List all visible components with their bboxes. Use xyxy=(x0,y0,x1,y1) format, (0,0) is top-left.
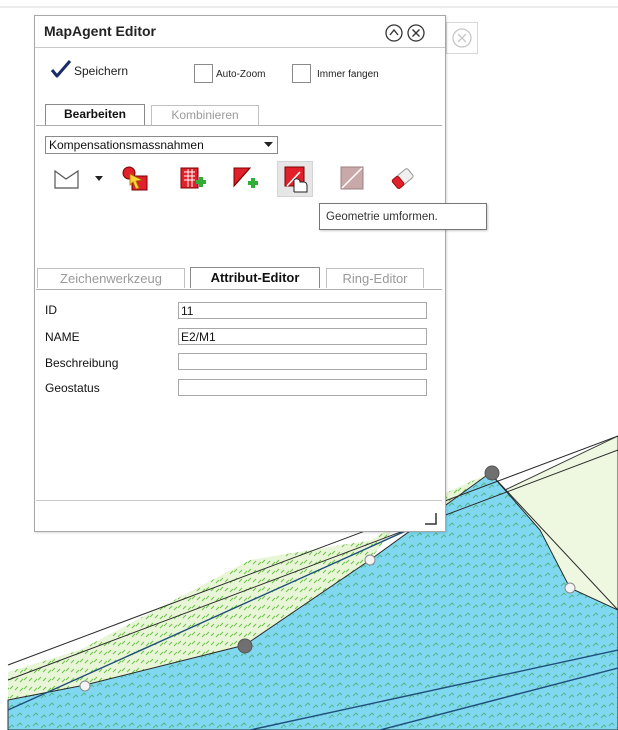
layer-select-value: Kompensationsmassnahmen xyxy=(49,138,204,152)
tab-ring-editor[interactable]: Ring-Editor xyxy=(326,268,424,288)
reshape-geometry-icon xyxy=(284,166,308,193)
tooltip: Geometrie umformen. xyxy=(319,203,487,230)
midpoint-handle[interactable] xyxy=(364,554,376,566)
tab-attribut-editor[interactable]: Attribut-Editor xyxy=(190,267,320,288)
vertex-handle[interactable] xyxy=(237,638,253,654)
vertex-handle[interactable] xyxy=(484,465,500,481)
midpoint-handle[interactable] xyxy=(564,582,576,594)
editor-title: MapAgent Editor xyxy=(44,23,156,39)
field-label-geostatus: Geostatus xyxy=(45,381,100,395)
snap-checkbox[interactable] xyxy=(292,64,311,83)
eraser-tool[interactable] xyxy=(388,164,418,194)
panel-footer-divider xyxy=(36,500,442,501)
name-field[interactable]: E2/M1 xyxy=(178,328,427,345)
polygon-draw-icon xyxy=(54,169,79,189)
select-feature-tool[interactable] xyxy=(120,164,150,194)
tab-divider xyxy=(36,289,442,290)
id-field[interactable]: 11 xyxy=(178,302,427,319)
split-geometry-tool[interactable] xyxy=(338,164,368,194)
resize-grip-icon[interactable] xyxy=(423,511,439,527)
collapse-button[interactable] xyxy=(385,24,403,42)
tab-bearbeiten[interactable]: Bearbeiten xyxy=(45,104,145,125)
beschreibung-field[interactable] xyxy=(178,353,427,370)
snap-label: Immer fangen xyxy=(317,69,379,80)
layer-select[interactable]: Kompensationsmassnahmen xyxy=(45,136,278,154)
close-icon xyxy=(452,28,472,48)
save-button[interactable]: Speichern xyxy=(74,64,128,78)
checkmark-icon xyxy=(50,60,72,78)
add-attribute-tool[interactable] xyxy=(178,164,208,194)
add-vertex-icon xyxy=(233,167,258,188)
background-close-button[interactable] xyxy=(446,22,478,54)
field-label-beschreibung: Beschreibung xyxy=(45,356,119,370)
close-button[interactable] xyxy=(407,24,425,42)
field-label-name: NAME xyxy=(45,330,80,344)
tab-zeichenwerkzeug[interactable]: Zeichenwerkzeug xyxy=(37,268,185,288)
select-feature-icon xyxy=(122,166,148,191)
editor-titlebar: MapAgent Editor xyxy=(35,16,445,48)
polygon-draw-tool[interactable] xyxy=(52,164,82,194)
midpoint-handle[interactable] xyxy=(79,680,91,692)
auto-zoom-checkbox[interactable] xyxy=(194,64,213,83)
field-label-id: ID xyxy=(45,303,57,317)
split-geometry-icon xyxy=(340,166,364,190)
tab-divider xyxy=(36,125,442,126)
auto-zoom-label: Auto-Zoom xyxy=(216,69,266,80)
add-attribute-icon xyxy=(180,167,206,189)
geostatus-field[interactable] xyxy=(178,379,427,396)
reshape-geometry-tool[interactable] xyxy=(277,161,313,197)
add-vertex-tool[interactable] xyxy=(230,164,260,194)
chevron-down-icon xyxy=(264,142,273,147)
eraser-icon xyxy=(391,168,414,189)
dropdown-arrow-icon[interactable] xyxy=(95,176,103,182)
tab-kombinieren[interactable]: Kombinieren xyxy=(151,105,259,125)
